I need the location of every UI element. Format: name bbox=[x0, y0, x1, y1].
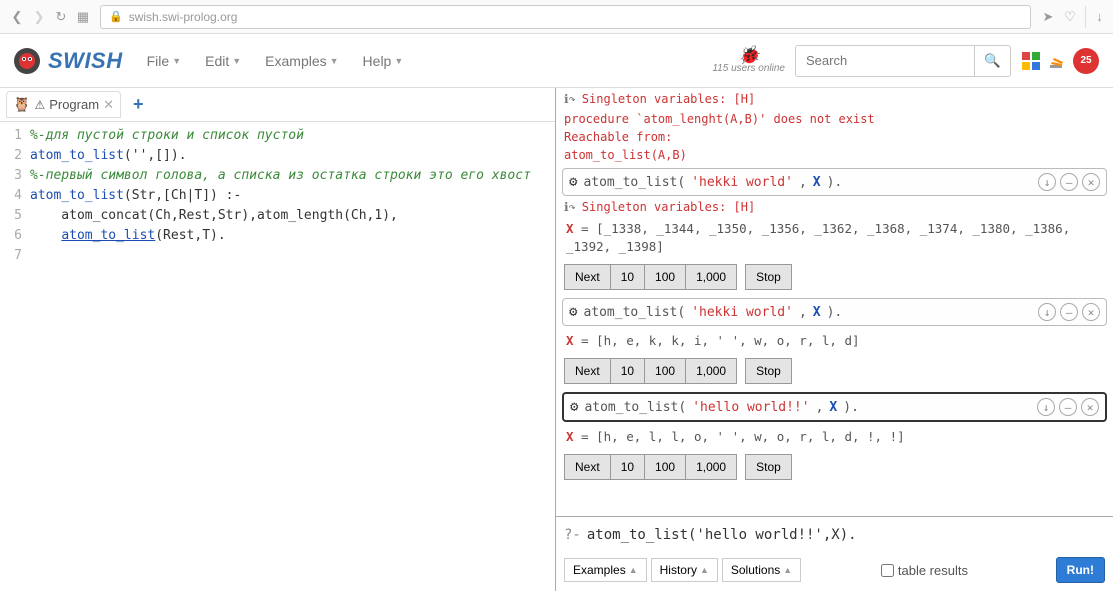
menu-examples[interactable]: Examples▼ bbox=[265, 53, 338, 69]
stop-button[interactable]: Stop bbox=[745, 454, 792, 480]
menu-file[interactable]: File▼ bbox=[147, 53, 181, 69]
search-group: 🔍 bbox=[795, 45, 1011, 77]
pagination-buttons: Next101001,000 Stop bbox=[558, 450, 1111, 486]
gear-icon[interactable]: ⚙ bbox=[569, 174, 577, 190]
next-1,000-button[interactable]: 1,000 bbox=[686, 358, 737, 384]
query-result-card: ⚙atom_to_list('hekki world',X).↓–✕ bbox=[562, 168, 1107, 196]
chevron-down-icon: ▼ bbox=[330, 56, 339, 66]
bug-icon: 🐞 bbox=[712, 47, 785, 63]
favorite-icon[interactable]: ♡ bbox=[1059, 6, 1081, 28]
tab-program[interactable]: 🦉 ⚠ Program ✕ bbox=[6, 91, 121, 118]
minimize-icon[interactable]: – bbox=[1060, 303, 1078, 321]
results-list: ℹ↷ Singleton variables: [H] procedure `a… bbox=[556, 88, 1113, 516]
next-100-button[interactable]: 100 bbox=[645, 264, 686, 290]
url-text: swish.swi-prolog.org bbox=[129, 10, 238, 24]
close-icon[interactable]: ✕ bbox=[103, 97, 114, 113]
query-header: ⚙atom_to_list('hekki world',X).↓–✕ bbox=[563, 169, 1106, 195]
app-title: SWISH bbox=[48, 48, 123, 74]
next-10-button[interactable]: 10 bbox=[611, 454, 645, 480]
editor-pane: 🦉 ⚠ Program ✕ + 1234567 %-для пустой стр… bbox=[0, 88, 556, 591]
menu-edit[interactable]: Edit▼ bbox=[205, 53, 241, 69]
chevron-down-icon: ▼ bbox=[394, 56, 403, 66]
singleton-warning: ℹ↷Singleton variables: [H] bbox=[558, 198, 1111, 216]
menu-bar: File▼ Edit▼ Examples▼ Help▼ bbox=[147, 53, 404, 69]
next-100-button[interactable]: 100 bbox=[645, 454, 686, 480]
minimize-icon[interactable]: – bbox=[1060, 173, 1078, 191]
query-text[interactable]: atom_to_list('hello world!!',X). bbox=[587, 527, 857, 543]
table-results-checkbox[interactable]: table results bbox=[881, 563, 968, 578]
tab-label: Program bbox=[49, 97, 99, 112]
info-icon: ℹ↷ bbox=[564, 200, 576, 214]
swish-logo-icon bbox=[10, 44, 44, 78]
notifications-bell[interactable]: 25 bbox=[1073, 48, 1099, 74]
address-bar[interactable]: 🔒 swish.swi-prolog.org bbox=[100, 5, 1031, 29]
download-icon[interactable]: ↓ bbox=[1038, 173, 1056, 191]
pagination-buttons: Next101001,000 Stop bbox=[558, 260, 1111, 296]
result-binding: X = [h, e, k, k, i, ' ', w, o, r, l, d] bbox=[558, 328, 1111, 354]
info-icon: ℹ↷ bbox=[564, 92, 576, 106]
editor-tabs: 🦉 ⚠ Program ✕ + bbox=[0, 88, 555, 122]
search-input[interactable] bbox=[795, 45, 975, 77]
code-source: %-для пустой строки и список пустой atom… bbox=[30, 126, 555, 266]
gear-icon[interactable]: ⚙ bbox=[570, 399, 578, 415]
gear-icon[interactable]: ⚙ bbox=[569, 304, 577, 320]
warning-icon: ⚠ bbox=[34, 98, 45, 112]
forward-icon[interactable]: ❯ bbox=[28, 6, 50, 28]
next-Next-button[interactable]: Next bbox=[564, 264, 611, 290]
query-result-card: ⚙atom_to_list('hello world!!',X).↓–✕ bbox=[562, 392, 1107, 422]
next-Next-button[interactable]: Next bbox=[564, 358, 611, 384]
download-icon[interactable]: ↓ bbox=[1038, 303, 1056, 321]
owl-icon: 🦉 bbox=[13, 96, 30, 113]
next-100-button[interactable]: 100 bbox=[645, 358, 686, 384]
history-button[interactable]: History▲ bbox=[651, 558, 718, 582]
stop-button[interactable]: Stop bbox=[745, 264, 792, 290]
download-icon[interactable]: ↓ bbox=[1085, 6, 1107, 28]
examples-button[interactable]: Examples▲ bbox=[564, 558, 647, 582]
search-button[interactable]: 🔍 bbox=[975, 45, 1011, 77]
query-header: ⚙atom_to_list('hekki world',X).↓–✕ bbox=[563, 299, 1106, 325]
solutions-button[interactable]: Solutions▲ bbox=[722, 558, 801, 582]
browser-toolbar: ❮ ❯ ↻ ▦ 🔒 swish.swi-prolog.org ➤ ♡ ↓ bbox=[0, 0, 1113, 34]
run-button[interactable]: Run! bbox=[1056, 557, 1105, 583]
google-icon[interactable] bbox=[1021, 51, 1041, 71]
stop-button[interactable]: Stop bbox=[745, 358, 792, 384]
close-icon[interactable]: ✕ bbox=[1082, 303, 1100, 321]
menu-help[interactable]: Help▼ bbox=[363, 53, 404, 69]
query-result-card: ⚙atom_to_list('hekki world',X).↓–✕ bbox=[562, 298, 1107, 326]
query-input-area: ?- atom_to_list('hello world!!',X). Exam… bbox=[556, 516, 1113, 591]
result-binding: X = [_1338, _1344, _1350, _1356, _1362, … bbox=[558, 216, 1111, 260]
singleton-warning: ℹ↷ Singleton variables: [H] bbox=[558, 90, 1111, 108]
chevron-down-icon: ▼ bbox=[172, 56, 181, 66]
app-toolbar: SWISH File▼ Edit▼ Examples▼ Help▼ 🐞 115 … bbox=[0, 34, 1113, 88]
next-10-button[interactable]: 10 bbox=[611, 264, 645, 290]
stackoverflow-icon[interactable] bbox=[1047, 51, 1067, 71]
table-results-input[interactable] bbox=[881, 564, 894, 577]
close-icon[interactable]: ✕ bbox=[1082, 173, 1100, 191]
next-1,000-button[interactable]: 1,000 bbox=[686, 454, 737, 480]
error-block: procedure `atom_lenght(A,B)' does not ex… bbox=[558, 108, 1111, 166]
line-gutter: 1234567 bbox=[0, 126, 30, 266]
search-icon: 🔍 bbox=[984, 53, 1001, 68]
download-icon[interactable]: ↓ bbox=[1037, 398, 1055, 416]
chevron-down-icon: ▼ bbox=[232, 56, 241, 66]
minimize-icon[interactable]: – bbox=[1059, 398, 1077, 416]
next-1,000-button[interactable]: 1,000 bbox=[686, 264, 737, 290]
pagination-buttons: Next101001,000 Stop bbox=[558, 354, 1111, 390]
workspace: 🦉 ⚠ Program ✕ + 1234567 %-для пустой стр… bbox=[0, 88, 1113, 591]
new-tab-button[interactable]: + bbox=[127, 94, 150, 115]
send-icon[interactable]: ➤ bbox=[1037, 6, 1059, 28]
code-editor[interactable]: 1234567 %-для пустой строки и список пус… bbox=[0, 122, 555, 266]
query-header: ⚙atom_to_list('hello world!!',X).↓–✕ bbox=[564, 394, 1105, 420]
next-10-button[interactable]: 10 bbox=[611, 358, 645, 384]
next-Next-button[interactable]: Next bbox=[564, 454, 611, 480]
back-icon[interactable]: ❮ bbox=[6, 6, 28, 28]
apps-icon[interactable]: ▦ bbox=[72, 6, 94, 28]
lock-icon: 🔒 bbox=[109, 10, 123, 23]
reload-icon[interactable]: ↻ bbox=[50, 6, 72, 28]
results-pane: ℹ↷ Singleton variables: [H] procedure `a… bbox=[556, 88, 1113, 591]
close-icon[interactable]: ✕ bbox=[1081, 398, 1099, 416]
result-binding: X = [h, e, l, l, o, ' ', w, o, r, l, d, … bbox=[558, 424, 1111, 450]
users-online: 🐞 115 users online bbox=[712, 47, 785, 74]
query-prompt: ?- bbox=[564, 527, 581, 543]
